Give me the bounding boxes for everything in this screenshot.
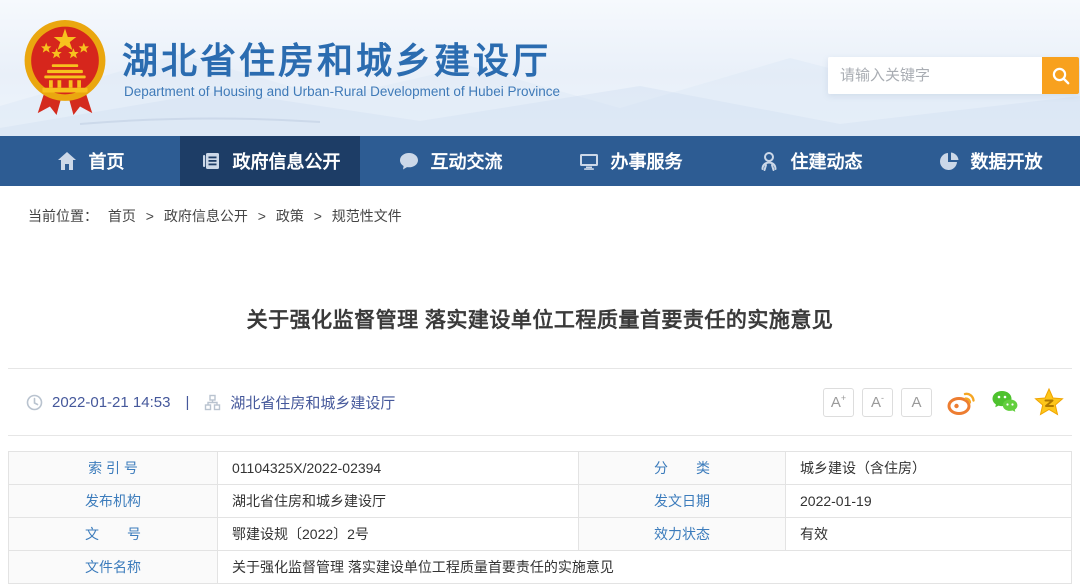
home-icon [56, 150, 78, 172]
category-value: 城乡建设（含住房） [786, 452, 1072, 485]
issuing-agency-label: 发布机构 [9, 485, 218, 518]
nav-label: 数据开放 [971, 148, 1043, 174]
nav-label: 互动交流 [431, 148, 503, 174]
nav-label: 首页 [89, 148, 125, 174]
index-number-label: 索 引 号 [9, 452, 218, 485]
doc-number-label: 文 号 [9, 518, 218, 551]
article-meta-left: 2022-01-21 14:53 | 湖北省住房和城乡建设厅 [26, 392, 395, 413]
table-row: 文件名称 关于强化监督管理 落实建设单位工程质量首要责任的实施意见 [9, 551, 1072, 584]
search-icon [1051, 66, 1071, 86]
search-button[interactable] [1042, 57, 1079, 94]
breadcrumb-item-policy[interactable]: 政策 [276, 208, 304, 224]
qzone-icon[interactable] [1034, 387, 1064, 417]
site-subtitle: Department of Housing and Urban-Rural De… [124, 84, 560, 99]
chat-bubble-icon [398, 150, 420, 172]
font-increase-button[interactable]: A+ [823, 388, 854, 417]
article-title: 关于强化监督管理 落实建设单位工程质量首要责任的实施意见 [0, 304, 1080, 334]
wechat-icon[interactable] [990, 387, 1020, 417]
site-header: 湖北省住房和城乡建设厅 Department of Housing and Ur… [0, 0, 1080, 136]
breadcrumb-separator: > [258, 208, 266, 224]
document-info-table: 索 引 号 01104325X/2022-02394 分 类 城乡建设（含住房）… [8, 451, 1072, 584]
document-icon [200, 150, 222, 172]
breadcrumb-prefix: 当前位置： [28, 208, 98, 224]
nav-item-news[interactable]: 住建动态 [720, 136, 900, 186]
article-meta-row: 2022-01-21 14:53 | 湖北省住房和城乡建设厅 A+ A- A [0, 369, 1080, 435]
breadcrumb-separator: > [314, 208, 322, 224]
nav-item-home[interactable]: 首页 [0, 136, 180, 186]
nav-label: 办事服务 [611, 148, 683, 174]
breadcrumb: 当前位置： 首页 > 政府信息公开 > 政策 > 规范性文件 [0, 186, 1080, 240]
validity-value: 有效 [786, 518, 1072, 551]
nav-item-interaction[interactable]: 互动交流 [360, 136, 540, 186]
doc-title-value: 关于强化监督管理 落实建设单位工程质量首要责任的实施意见 [218, 551, 1072, 584]
breadcrumb-item-normative-docs[interactable]: 规范性文件 [332, 208, 402, 224]
monitor-icon [578, 150, 600, 172]
site-title: 湖北省住房和城乡建设厅 [122, 32, 551, 84]
article-source: 湖北省住房和城乡建设厅 [230, 392, 395, 413]
article-meta-tools: A+ A- A [823, 387, 1064, 417]
issue-date-value: 2022-01-19 [786, 485, 1072, 518]
nav-item-services[interactable]: 办事服务 [540, 136, 720, 186]
table-row: 发布机构 湖北省住房和城乡建设厅 发文日期 2022-01-19 [9, 485, 1072, 518]
main-nav: 首页 政府信息公开 互动交流 办事服务 住建动态 [0, 136, 1080, 186]
search-box [828, 57, 1079, 94]
font-decrease-button[interactable]: A- [862, 388, 893, 417]
font-normal-button[interactable]: A [901, 388, 932, 417]
nav-label: 政府信息公开 [233, 148, 341, 174]
breadcrumb-item-gov-info[interactable]: 政府信息公开 [164, 208, 248, 224]
category-label: 分 类 [579, 452, 786, 485]
organization-icon [204, 394, 221, 411]
nav-label: 住建动态 [791, 148, 863, 174]
person-badge-icon [758, 150, 780, 172]
weibo-icon[interactable] [946, 387, 976, 417]
breadcrumb-separator: > [146, 208, 154, 224]
pie-chart-icon [938, 150, 960, 172]
nav-item-gov-info[interactable]: 政府信息公开 [180, 136, 360, 186]
table-row: 索 引 号 01104325X/2022-02394 分 类 城乡建设（含住房） [9, 452, 1072, 485]
issue-date-label: 发文日期 [579, 485, 786, 518]
issuing-agency-value: 湖北省住房和城乡建设厅 [218, 485, 579, 518]
doc-number-value: 鄂建设规〔2022〕2号 [218, 518, 579, 551]
breadcrumb-item-home[interactable]: 首页 [108, 208, 136, 224]
clock-icon [26, 394, 43, 411]
meta-separator: | [185, 394, 189, 411]
table-row: 文 号 鄂建设规〔2022〕2号 效力状态 有效 [9, 518, 1072, 551]
doc-title-label: 文件名称 [9, 551, 218, 584]
validity-label: 效力状态 [579, 518, 786, 551]
divider [8, 435, 1072, 436]
national-emblem-logo [18, 14, 112, 122]
publish-time: 2022-01-21 14:53 [52, 394, 170, 411]
search-input[interactable] [828, 57, 1042, 94]
index-number-value: 01104325X/2022-02394 [218, 452, 579, 485]
nav-item-open-data[interactable]: 数据开放 [900, 136, 1080, 186]
